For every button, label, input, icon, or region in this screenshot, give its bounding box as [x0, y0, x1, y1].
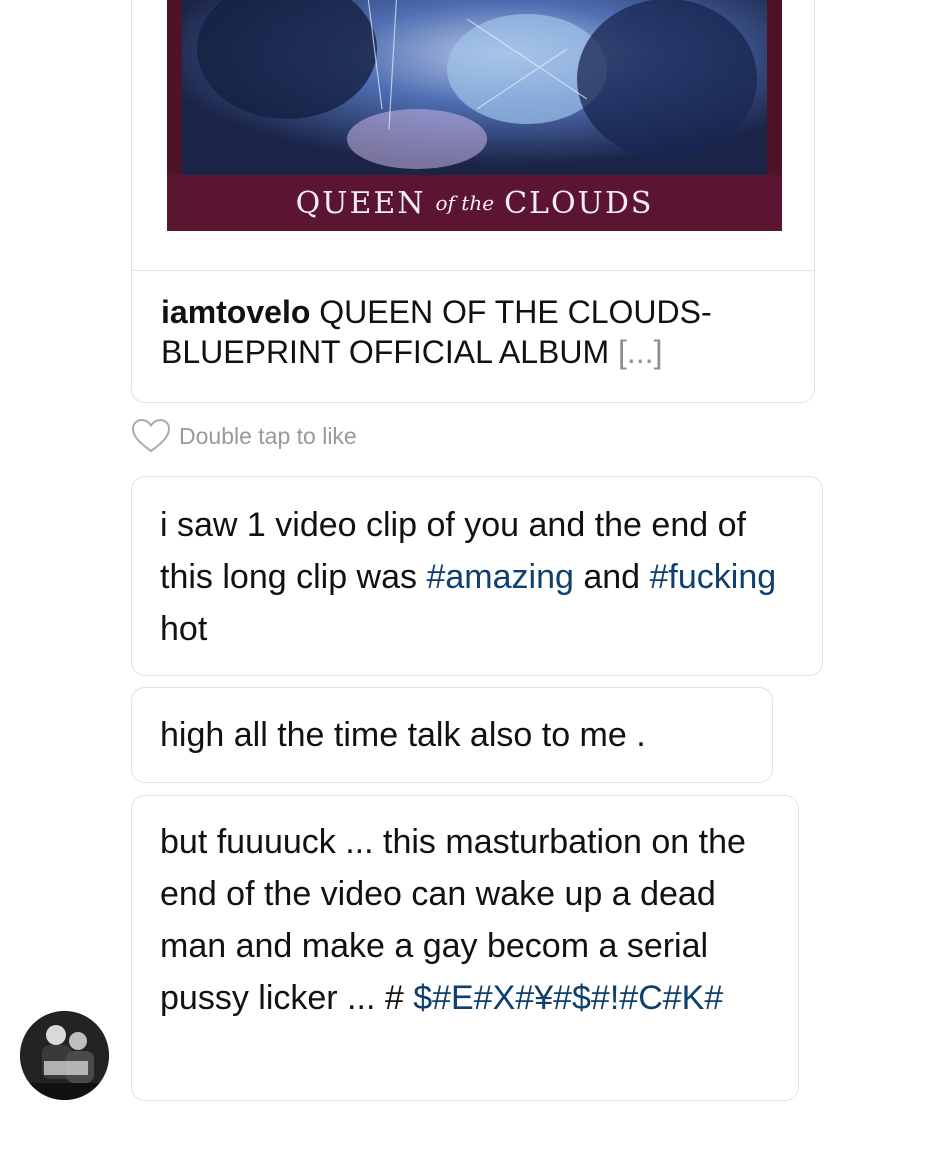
message-text: hot [160, 610, 208, 648]
sender-avatar[interactable] [20, 1011, 109, 1100]
album-cover-image[interactable]: QUEEN of the CLOUDS [167, 0, 782, 231]
album-title-word3: CLOUDS [504, 185, 654, 221]
album-title-word2: of the [435, 191, 495, 215]
message-bubble[interactable]: high all the time talk also to me . [131, 687, 773, 783]
album-title: QUEEN of the CLOUDS [167, 175, 782, 231]
heart-outline-icon[interactable] [131, 418, 171, 454]
hashtag-link[interactable]: $#E#X#¥#$#!#C#K# [413, 979, 723, 1017]
message-text: and [573, 558, 650, 596]
hashtag-link[interactable]: #amazing [426, 558, 573, 596]
hashtag-link[interactable]: #fucking [650, 558, 777, 596]
post-caption[interactable]: iamtovelo QUEEN OF THE CLOUDS- BLUEPRINT… [161, 292, 781, 372]
like-hint: Double tap to like [179, 422, 357, 449]
shared-post-card[interactable]: QUEEN of the CLOUDS iamtovelo QUEEN OF T… [131, 0, 815, 403]
caption-username[interactable]: iamtovelo [161, 294, 310, 330]
message-text: high all the time talk also to me . [160, 716, 646, 754]
album-title-word1: QUEEN [295, 185, 426, 221]
card-divider [132, 270, 814, 271]
caption-more-link[interactable]: [...] [618, 334, 662, 370]
message-bubble[interactable]: but fuuuuck ... this masturbation on the… [131, 795, 799, 1101]
like-row[interactable]: Double tap to like [131, 418, 357, 454]
message-bubble[interactable]: i saw 1 video clip of you and the end of… [131, 476, 823, 676]
avatar-photo [20, 1011, 109, 1100]
